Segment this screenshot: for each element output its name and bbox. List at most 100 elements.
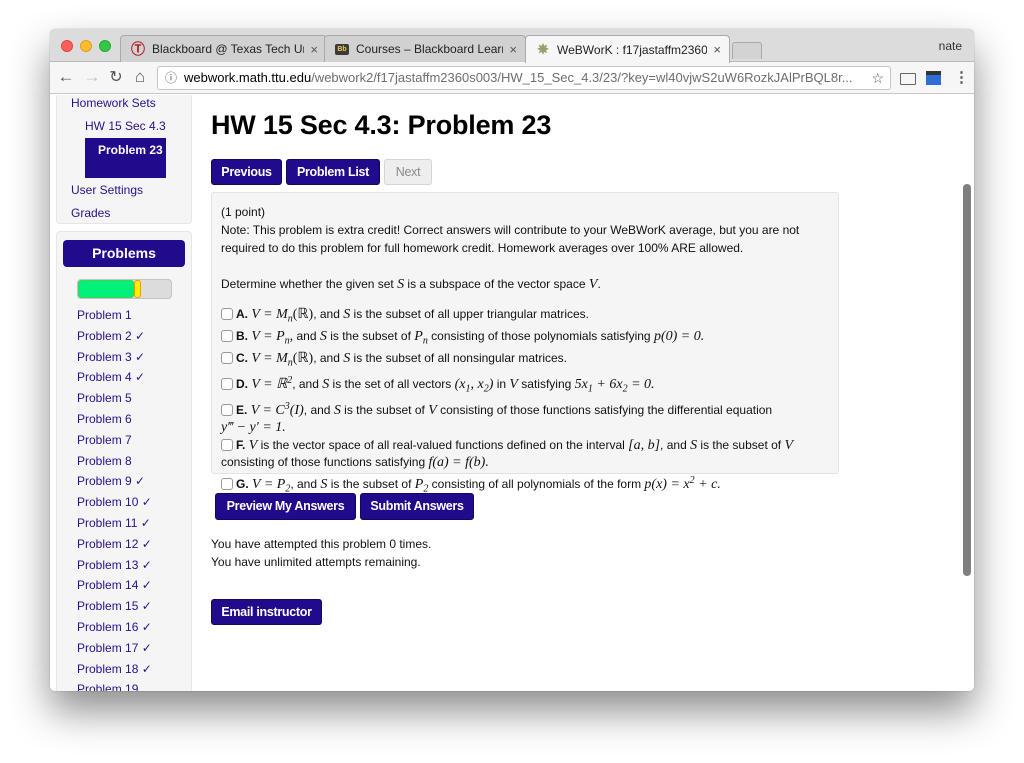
problem-list-item[interactable]: Problem 8 (77, 454, 152, 475)
option-checkbox[interactable] (221, 308, 233, 320)
blackboard-icon: Bb (335, 43, 349, 55)
option-math: + c. (694, 476, 721, 492)
problem-list-item[interactable]: Problem 4 ✓ (77, 370, 152, 391)
previous-button[interactable]: Previous (211, 159, 282, 185)
option-math: S (319, 328, 327, 344)
answer-option-c: C. V = Mn(ℝ), and S is the subset of all… (221, 350, 829, 372)
close-tab-icon[interactable]: × (310, 42, 318, 57)
reload-icon[interactable]: ↻ (106, 67, 126, 87)
page-scrollbar[interactable] (963, 184, 971, 576)
option-text: , and (290, 476, 321, 491)
problem-list-item[interactable]: Problem 17 ✓ (77, 641, 152, 662)
option-checkbox[interactable] (221, 377, 233, 390)
option-checkbox[interactable] (221, 477, 233, 490)
answer-option-f: F. V is the vector space of all real-val… (221, 437, 829, 472)
option-checkbox[interactable] (221, 351, 233, 364)
sidebar-item-grades[interactable]: Grades (71, 206, 110, 220)
forward-arrow-icon[interactable]: → (82, 67, 102, 87)
option-math: p(0) = 0. (653, 328, 705, 344)
problem-list-item[interactable]: Problem 18 ✓ (77, 662, 152, 683)
texas-tech-icon: Ⓣ (131, 41, 145, 57)
submit-answers-button[interactable]: Submit Answers (360, 493, 474, 520)
problem-list-item[interactable]: Problem 15 ✓ (77, 599, 152, 620)
option-text: is the subset of (326, 328, 415, 343)
address-bar[interactable]: ⓘ webwork.math.ttu.edu/webwork2/f17jasta… (157, 66, 891, 90)
problem-list-item[interactable]: Problem 5 (77, 391, 152, 412)
option-math: V = P (251, 328, 285, 344)
problem-list-item[interactable]: Problem 16 ✓ (77, 620, 152, 641)
option-math: S (333, 402, 341, 418)
cast-icon[interactable] (900, 73, 916, 85)
option-letter: E. (236, 402, 248, 417)
option-math: + 6x (592, 376, 623, 392)
next-button[interactable]: Next (384, 159, 432, 185)
sidebar-item-current-set[interactable]: HW 15 Sec 4.3 (85, 119, 166, 133)
problem-prompt: Determine whether the given set S is a s… (221, 277, 601, 292)
option-text: , and (660, 437, 691, 452)
preview-answers-button[interactable]: Preview My Answers (215, 493, 356, 520)
sidebar-item-homework-sets[interactable]: Homework Sets (71, 96, 156, 110)
attempts-count: You have attempted this problem 0 times. (211, 537, 432, 551)
page-title: HW 15 Sec 4.3: Problem 23 (211, 110, 552, 140)
option-math: V (248, 437, 258, 453)
option-text: , and (313, 350, 344, 365)
option-text: consisting of all polynomials of the for… (428, 476, 645, 491)
attempts-remaining: You have unlimited attempts remaining. (211, 555, 421, 569)
option-checkbox[interactable] (221, 329, 233, 342)
option-math: V (428, 402, 437, 418)
problem-list-item[interactable]: Problem 7 (77, 433, 152, 454)
option-letter: A. (236, 307, 248, 321)
maximize-window-button[interactable] (99, 40, 111, 52)
tab-blackboard-ttu[interactable]: Ⓣ Blackboard @ Texas Tech Univ × (120, 35, 327, 62)
info-icon[interactable]: ⓘ (165, 67, 177, 89)
problem-list-item[interactable]: Problem 1 (77, 308, 152, 329)
tab-webwork[interactable]: ✵ WeBWorK : f17jastaffm2360s0 × (525, 35, 730, 63)
more-menu-icon[interactable]: ⋮ (954, 68, 969, 86)
option-math: = 0. (627, 376, 655, 392)
bookmark-star-icon[interactable]: ☆ (871, 67, 884, 89)
option-text: is the subset of (340, 402, 429, 417)
problem-body: (1 point) Note: This problem is extra cr… (211, 192, 839, 494)
back-arrow-icon[interactable]: ← (56, 67, 76, 87)
problem-list-item[interactable]: Problem 10 ✓ (77, 495, 152, 516)
option-text: is the set of all vectors (329, 376, 455, 391)
tab-courses-blackboard[interactable]: Bb Courses – Blackboard Learn × (324, 35, 526, 62)
option-math: [a, b] (628, 437, 661, 453)
option-checkbox[interactable] (221, 438, 233, 451)
option-text: , and (292, 376, 323, 391)
option-text: in (493, 376, 510, 391)
close-tab-icon[interactable]: × (509, 42, 517, 57)
problems-header: Problems (63, 240, 185, 267)
problem-list-item[interactable]: Problem 13 ✓ (77, 558, 152, 579)
problem-list-item[interactable]: Problem 19 (77, 682, 152, 691)
profile-name[interactable]: nate (939, 39, 962, 53)
option-text: is the vector space of all real-valued f… (257, 437, 629, 452)
tab-strip: Ⓣ Blackboard @ Texas Tech Univ × Bb Cour… (50, 29, 974, 63)
minimize-window-button[interactable] (80, 40, 92, 52)
option-text: consisting of those polynomials satisfyi… (427, 328, 654, 343)
new-tab-button[interactable] (732, 42, 762, 59)
browser-window: Ⓣ Blackboard @ Texas Tech Univ × Bb Cour… (50, 29, 974, 691)
extension-clapper-icon[interactable] (926, 71, 941, 85)
problem-list-item[interactable]: Problem 12 ✓ (77, 537, 152, 558)
email-instructor-button[interactable]: Email instructor (211, 599, 322, 625)
close-tab-icon[interactable]: × (713, 42, 721, 57)
sidebar: Homework Sets HW 15 Sec 4.3 Problem 23 U… (56, 95, 192, 691)
problem-list-item[interactable]: Problem 9 ✓ (77, 474, 152, 495)
problem-list-item[interactable]: Problem 6 (77, 412, 152, 433)
main-content: HW 15 Sec 4.3: Problem 23 Previous Probl… (211, 95, 951, 691)
problem-list-button[interactable]: Problem List (286, 159, 380, 185)
problem-list-item[interactable]: Problem 11 ✓ (77, 516, 152, 537)
sidebar-item-current-problem[interactable]: Problem 23 (85, 138, 166, 178)
home-icon[interactable]: ⌂ (130, 67, 150, 87)
option-text: is the subset of all nonsingular matrice… (350, 350, 567, 365)
problem-list-item[interactable]: Problem 2 ✓ (77, 329, 152, 350)
option-checkbox[interactable] (221, 403, 233, 416)
option-math: V = C (250, 402, 285, 418)
option-letter: C. (236, 350, 248, 365)
option-math: (x (454, 376, 466, 392)
problem-list-item[interactable]: Problem 14 ✓ (77, 578, 152, 599)
sidebar-item-user-settings[interactable]: User Settings (71, 183, 143, 197)
close-window-button[interactable] (61, 40, 73, 52)
problem-list-item[interactable]: Problem 3 ✓ (77, 350, 152, 371)
